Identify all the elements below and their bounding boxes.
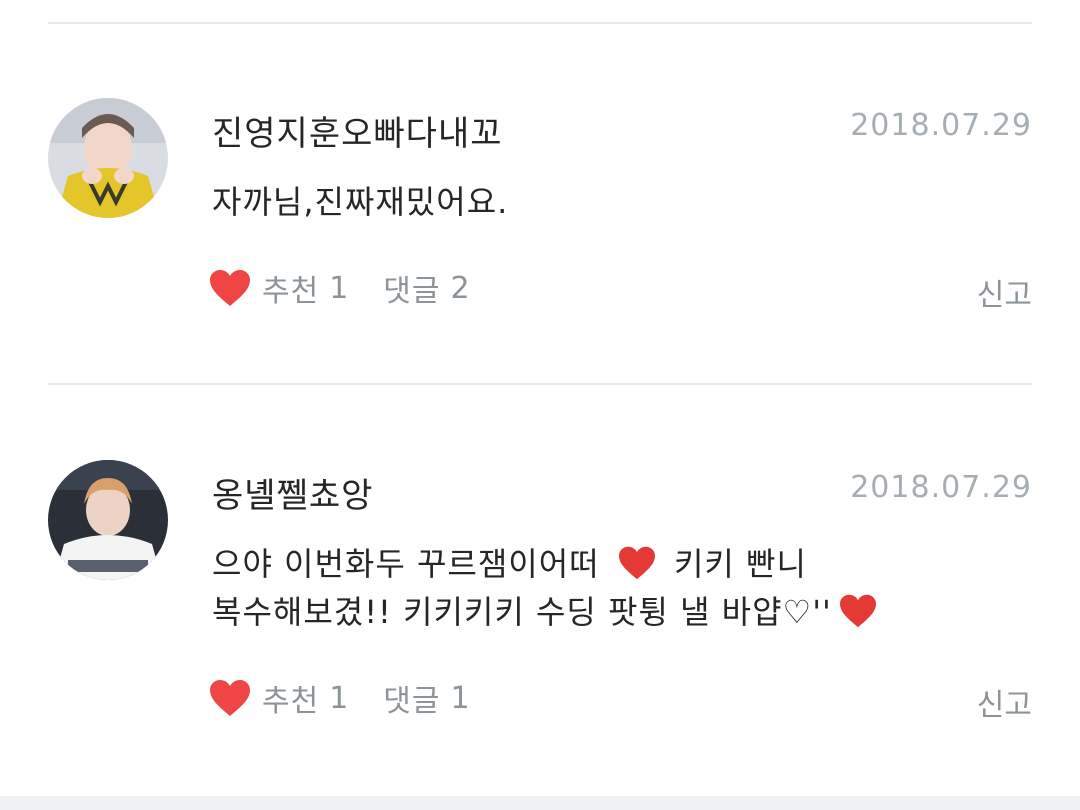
reply-count: 1 xyxy=(450,680,471,716)
comment-date: 2018.07.29 xyxy=(850,470,1032,505)
comment-actions: 추천 1 댓글 1 xyxy=(208,676,471,720)
report-button[interactable]: 신고 xyxy=(977,680,1032,724)
comment-body-text: 으야 이번화두 꾸르잼이어떠 xyxy=(212,545,600,583)
recommend-count: 1 xyxy=(329,270,350,306)
comment-item: 진영지훈오빠다내꼬 2018.07.29 자까님,진짜재밌어요. 추천 1 댓글… xyxy=(0,98,1080,438)
reply-button[interactable]: 댓글 2 xyxy=(373,266,470,310)
recommend-count: 1 xyxy=(329,680,350,716)
username[interactable]: 진영지훈오빠다내꼬 xyxy=(212,106,503,155)
avatar[interactable] xyxy=(48,98,168,218)
comment-body-text: 복수해보겼!! 키키키키 수딩 팟튕 낼 바얍♡'' xyxy=(212,593,832,631)
username[interactable]: 옹녤쩰쵸앙 xyxy=(212,468,373,517)
recommend-label: 추천 xyxy=(262,274,320,309)
avatar[interactable] xyxy=(48,460,168,580)
comment-item: 옹녤쩰쵸앙 2018.07.29 으야 이번화두 꾸르잼이어떠 키키 빤니 복수… xyxy=(0,460,1080,800)
recommend-button[interactable]: 추천 1 xyxy=(208,676,349,720)
top-divider xyxy=(48,22,1032,24)
heart-icon xyxy=(210,270,250,306)
recommend-label: 추천 xyxy=(262,684,320,719)
heart-icon xyxy=(210,680,250,716)
report-button[interactable]: 신고 xyxy=(977,270,1032,314)
comment-date: 2018.07.29 xyxy=(850,108,1032,143)
reply-count: 2 xyxy=(450,270,471,306)
comment-actions: 추천 1 댓글 2 xyxy=(208,266,471,310)
heart-emoji-icon xyxy=(618,546,655,580)
reply-label: 댓글 xyxy=(383,684,441,719)
recommend-button[interactable]: 추천 1 xyxy=(208,266,349,310)
reply-button[interactable]: 댓글 1 xyxy=(373,676,470,720)
bottom-bar xyxy=(0,796,1080,810)
heart-emoji-icon xyxy=(839,594,876,628)
comment-body: 자까님,진짜재밌어요. xyxy=(212,183,509,221)
comment-divider xyxy=(48,383,1032,385)
comment-body: 으야 이번화두 꾸르잼이어떠 키키 빤니 복수해보겼!! 키키키키 수딩 팟튕 … xyxy=(212,540,884,636)
reply-label: 댓글 xyxy=(383,274,441,309)
comment-body-text: 키키 빤니 xyxy=(673,545,807,583)
